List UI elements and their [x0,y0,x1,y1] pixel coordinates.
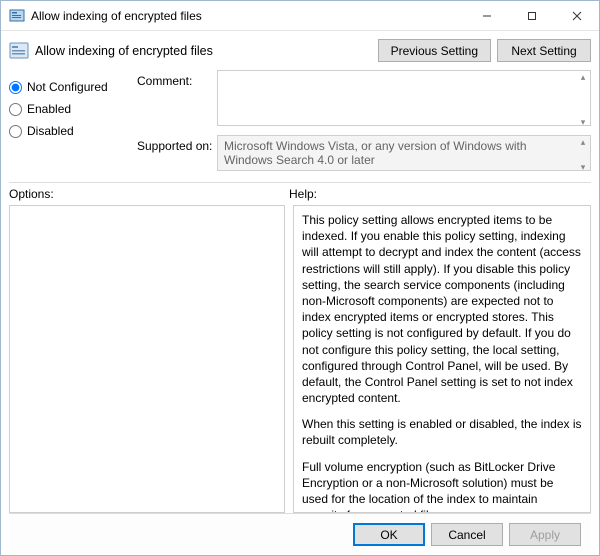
close-button[interactable] [554,1,599,30]
policy-header: Allow indexing of encrypted files Previo… [9,39,591,62]
radio-enabled-label: Enabled [27,102,71,116]
radio-not-configured-input[interactable] [9,81,22,94]
help-paragraph: When this setting is enabled or disabled… [302,416,582,448]
options-label: Options: [9,187,289,201]
policy-title: Allow indexing of encrypted files [35,44,372,58]
options-pane[interactable] [9,205,285,513]
radio-disabled-label: Disabled [27,124,74,138]
divider [9,182,591,183]
dialog-footer: OK Cancel Apply [9,513,591,555]
help-paragraph: Full volume encryption (such as BitLocke… [302,459,582,513]
help-label: Help: [289,187,317,201]
radio-disabled-input[interactable] [9,125,22,138]
maximize-button[interactable] [509,1,554,30]
titlebar: Allow indexing of encrypted files [1,1,599,31]
dialog-window: Allow indexing of encrypted files Allow … [0,0,600,556]
policy-header-icon [9,41,29,61]
radio-not-configured-label: Not Configured [27,80,108,94]
radio-enabled-input[interactable] [9,103,22,116]
supported-on-label: Supported on: [137,135,217,153]
window-title: Allow indexing of encrypted files [31,9,464,23]
previous-setting-button[interactable]: Previous Setting [378,39,491,62]
apply-button[interactable]: Apply [509,523,581,546]
minimize-button[interactable] [464,1,509,30]
state-radio-group: Not Configured Enabled Disabled [9,70,129,174]
supported-on-text [217,135,591,171]
comment-label: Comment: [137,70,217,88]
radio-not-configured[interactable]: Not Configured [9,80,129,94]
help-paragraph: This policy setting allows encrypted ite… [302,212,582,406]
ok-button[interactable]: OK [353,523,425,546]
radio-disabled[interactable]: Disabled [9,124,129,138]
radio-enabled[interactable]: Enabled [9,102,129,116]
cancel-button[interactable]: Cancel [431,523,503,546]
comment-textarea[interactable] [217,70,591,126]
help-pane[interactable]: This policy setting allows encrypted ite… [293,205,591,513]
policy-icon [9,8,25,24]
next-setting-button[interactable]: Next Setting [497,39,591,62]
